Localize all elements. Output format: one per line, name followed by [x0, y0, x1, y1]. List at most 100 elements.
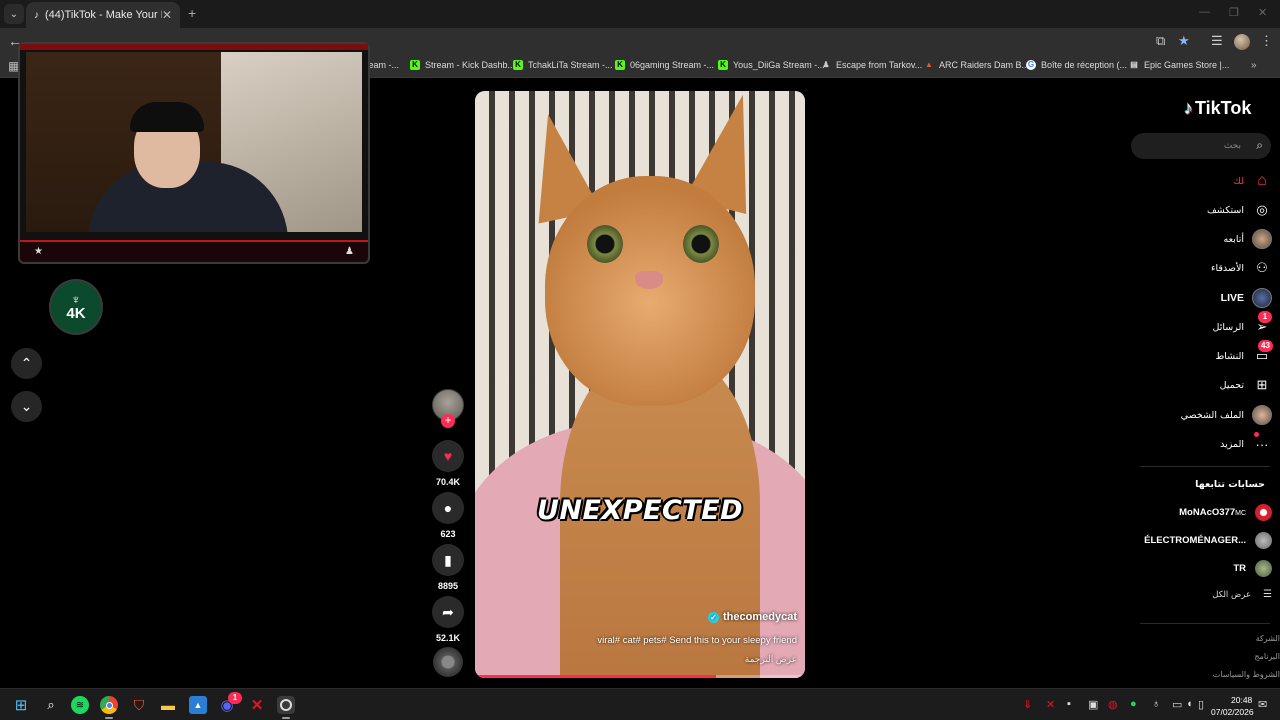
- nav-profile[interactable]: الملف الشخصي: [1181, 404, 1272, 426]
- obs-icon[interactable]: [277, 696, 295, 714]
- followed-account[interactable]: ÉLECTROMÉNAGER...: [1144, 530, 1272, 550]
- video-player[interactable]: UNEXPECTED ✓ thecomedycat viral# cat# pe…: [475, 91, 805, 678]
- taskbar-time[interactable]: 20:48: [1231, 695, 1252, 705]
- previous-video-button[interactable]: ⌃: [11, 348, 42, 379]
- bookmark-tchaklita[interactable]: K TchakLiTa Stream -...: [513, 60, 613, 70]
- friends-icon: ⚇: [1256, 260, 1268, 275]
- browser-profile-avatar[interactable]: [1234, 34, 1250, 50]
- battery-icon[interactable]: ▯: [1198, 698, 1204, 711]
- video-progress-bar[interactable]: [475, 675, 805, 678]
- bookmark-star-icon[interactable]: ★: [1178, 33, 1190, 49]
- chevron-down-icon: ⌄: [20, 398, 33, 414]
- chrome-icon[interactable]: [100, 696, 118, 714]
- webcam-feed: [26, 52, 362, 232]
- microphone-icon[interactable]: ♁: [1152, 698, 1160, 710]
- bookmark-arc-raiders[interactable]: ▲ ARC Raiders Dam B...: [924, 60, 1029, 70]
- nav-following[interactable]: أتابعه: [1223, 228, 1272, 250]
- tray-notes-icon[interactable]: ▪: [1067, 698, 1071, 710]
- minimize-button[interactable]: —: [1199, 6, 1210, 18]
- footer-link-company[interactable]: الشركة: [1256, 634, 1280, 643]
- footer-link-terms[interactable]: الشروط والسياسات: [1213, 670, 1280, 679]
- video-author-link[interactable]: ✓ thecomedycat: [708, 611, 797, 623]
- bookmark-icon: ▮: [444, 551, 452, 568]
- new-tab-button[interactable]: +: [188, 5, 196, 21]
- followed-account[interactable]: MoNAcO377MC: [1179, 502, 1272, 522]
- nav-friends[interactable]: الأصدقاء ⚇: [1211, 257, 1272, 279]
- bookmark-yous-diiga[interactable]: K Yous_DiiGa Stream -...: [718, 60, 825, 70]
- bookmark-tarkov[interactable]: ♟ Escape from Tarkov...: [821, 60, 922, 70]
- brave-icon[interactable]: ⛉: [130, 696, 148, 714]
- next-video-button[interactable]: ⌄: [11, 391, 42, 422]
- nav-activity[interactable]: النشاط ▭ 43: [1215, 340, 1273, 367]
- nav-more[interactable]: المزيد ···: [1220, 432, 1272, 455]
- nav-label: استكشف: [1206, 204, 1244, 216]
- save-button[interactable]: ▮: [432, 544, 464, 576]
- nav-upload[interactable]: تحميل ⊞: [1220, 374, 1272, 396]
- tab-close-icon[interactable]: ✕: [162, 8, 172, 22]
- spotify-icon[interactable]: ≋: [71, 696, 89, 714]
- search-icon[interactable]: ⌕: [42, 696, 60, 714]
- comment-button[interactable]: ●: [432, 492, 464, 524]
- tab-search-button[interactable]: ⌄: [4, 4, 24, 24]
- webcam-frame-top-bar: [20, 44, 368, 50]
- active-browser-tab[interactable]: ♪ (44)TikTok - Make Your Day ✕: [26, 2, 180, 28]
- maximize-button[interactable]: ❐: [1229, 6, 1239, 19]
- followed-account[interactable]: TR: [1233, 558, 1272, 578]
- profile-avatar: [1252, 405, 1272, 425]
- account-avatar: [1255, 531, 1272, 549]
- list-icon: ☰: [1263, 589, 1272, 600]
- epic-games-icon: ▤: [1130, 60, 1138, 69]
- nav-explore[interactable]: استكشف ◎: [1207, 199, 1272, 221]
- nav-label: الأصدقاء: [1210, 262, 1244, 274]
- bookmark-epic-games[interactable]: ▤ Epic Games Store |...: [1129, 60, 1229, 70]
- tray-obs-icon[interactable]: ◍: [1108, 698, 1118, 711]
- volume-icon[interactable]: ◖: [1186, 698, 1193, 710]
- notifications-icon[interactable]: ✉: [1258, 698, 1267, 711]
- media-controls-icon[interactable]: ☰: [1211, 33, 1223, 49]
- app-x-icon[interactable]: ✕: [248, 696, 266, 714]
- tiktok-brand[interactable]: ♪ TikTok: [1184, 98, 1251, 119]
- nav-label: النشاط: [1215, 350, 1244, 362]
- tab-title: (44)TikTok - Make Your Day: [45, 9, 162, 21]
- nav-label: تحميل: [1219, 379, 1244, 391]
- like-button[interactable]: ♥: [432, 440, 464, 472]
- search-box[interactable]: ⌕: [1131, 133, 1271, 159]
- follow-button[interactable]: +: [441, 414, 455, 428]
- bookmark-gmail-inbox[interactable]: G Boîte de réception (...: [1026, 60, 1127, 70]
- nav-for-you[interactable]: لك ⌂: [1233, 170, 1272, 192]
- nav-label: المزيد: [1220, 438, 1244, 450]
- tray-status-icon[interactable]: ●: [1130, 698, 1137, 710]
- sidebar-divider: [1140, 466, 1270, 467]
- bookmarks-overflow-icon[interactable]: »: [1251, 60, 1257, 71]
- bookmark-06gaming[interactable]: K 06gaming Stream -...: [615, 60, 714, 70]
- star-icon: ★: [34, 246, 43, 257]
- see-translation-link[interactable]: عرض الترجمة: [745, 654, 797, 665]
- music-disc-icon[interactable]: [433, 647, 463, 677]
- nav-live[interactable]: LIVE: [1221, 287, 1272, 309]
- tray-app-icon[interactable]: ⇓: [1023, 698, 1032, 711]
- file-explorer-icon[interactable]: ▬: [159, 696, 177, 714]
- search-icon[interactable]: ⌕: [1256, 138, 1263, 153]
- nav-label: أتابعه: [1223, 233, 1245, 245]
- share-arrow-icon: ➦: [442, 603, 454, 620]
- network-icon[interactable]: ▭: [1172, 698, 1182, 711]
- search-input[interactable]: [1141, 138, 1241, 154]
- user-icon: ♟: [345, 246, 354, 257]
- see-all-button[interactable]: عرض الكل ☰: [1212, 589, 1272, 600]
- footer-link-program[interactable]: البرنامج: [1254, 652, 1280, 661]
- nav-messages[interactable]: الرسائل ➢ 1: [1213, 311, 1272, 338]
- tray-x-icon[interactable]: ✕: [1046, 698, 1055, 711]
- close-window-button[interactable]: ✕: [1258, 6, 1267, 19]
- video-author-name: thecomedycat: [723, 611, 797, 623]
- webcam-bottom-bar: ★ ♟: [20, 240, 368, 262]
- bookmark-kick-dashboard[interactable]: K Stream - Kick Dashb...: [410, 60, 515, 70]
- kebab-menu-icon[interactable]: ⋮: [1260, 33, 1273, 49]
- share-button[interactable]: ➦: [432, 596, 464, 628]
- discord-icon[interactable]: ◉ 1: [218, 692, 242, 714]
- windows-start-icon[interactable]: ⊞: [12, 696, 30, 714]
- sidebar-divider: [1140, 623, 1270, 624]
- taskbar-date[interactable]: 07/02/2026: [1211, 707, 1254, 717]
- install-app-icon[interactable]: ⧉: [1156, 33, 1165, 49]
- photos-icon[interactable]: ▲: [189, 696, 207, 714]
- tray-monitor-icon[interactable]: ▣: [1088, 698, 1098, 711]
